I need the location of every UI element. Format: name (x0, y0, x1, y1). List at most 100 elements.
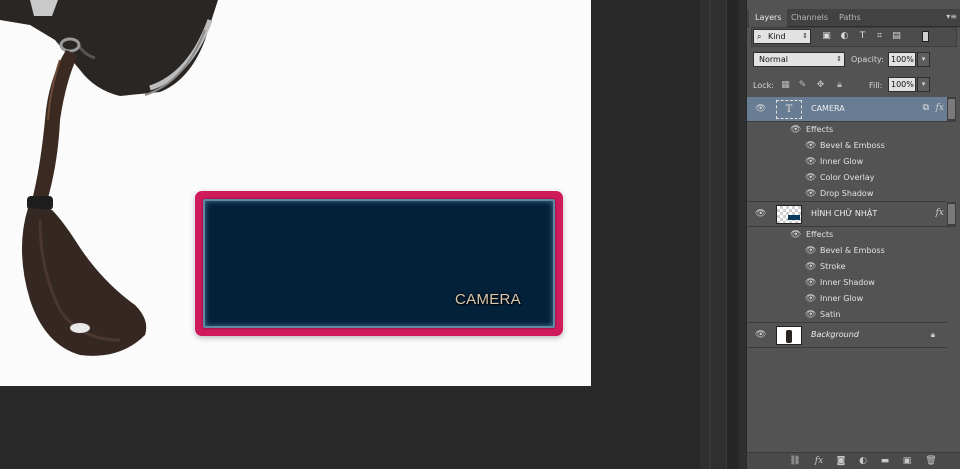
effect-name: Inner Shadow (820, 278, 875, 287)
background-layer-thumbnail (776, 326, 802, 345)
layers-panel: Layers Channels Paths ▾≡ ⌕ Kind ⇕ ▣ ◐ T … (746, 0, 960, 469)
visibility-eye-icon[interactable]: 👁︎ (790, 230, 801, 241)
filter-kind-label: Kind (768, 32, 786, 41)
add-style-icon[interactable]: fx (813, 455, 825, 467)
tab-channels[interactable]: Channels (785, 9, 834, 27)
effect-row[interactable]: 👁︎ Inner Glow (747, 291, 947, 307)
select-arrows-icon: ⇕ (802, 32, 808, 40)
layer-name[interactable]: CAMERA (811, 104, 845, 113)
effect-row[interactable]: 👁︎ Satin (747, 307, 947, 323)
document-canvas[interactable]: CAMERA (0, 0, 591, 386)
opacity-input[interactable]: 100% (888, 52, 916, 67)
filter-toggle-icon[interactable] (922, 31, 929, 42)
new-layer-icon[interactable]: ▣ (901, 455, 913, 467)
visibility-eye-icon[interactable]: 👁︎ (805, 294, 816, 305)
thumbnail-camera-strap (786, 330, 792, 343)
text-layer-thumbnail-icon: T (776, 100, 802, 119)
visibility-eye-icon[interactable]: 👁︎ (805, 278, 816, 289)
effect-name: Bevel & Emboss (820, 246, 885, 255)
effect-row[interactable]: 👁︎ Drop Shadow (747, 186, 947, 202)
panel-menu-icon[interactable]: ▾≡ (946, 12, 957, 21)
image-filter-icon[interactable]: ▣ (821, 31, 832, 42)
link-layers-icon[interactable]: ⛓︎ (789, 455, 801, 467)
type-filter-icon[interactable]: T (857, 31, 868, 42)
new-group-icon[interactable]: ▬ (879, 455, 891, 467)
fill-label: Fill: (869, 81, 883, 90)
lock-image-icon[interactable]: ✎ (797, 80, 808, 91)
visibility-eye-icon[interactable]: 👁︎ (805, 189, 816, 200)
visibility-eye-icon[interactable]: 👁︎ (755, 209, 766, 220)
effect-name: Stroke (820, 262, 846, 271)
shape-filter-icon[interactable]: ⌗ (874, 31, 885, 42)
visibility-eye-icon[interactable]: 👁︎ (805, 173, 816, 184)
visibility-eye-icon[interactable]: 👁︎ (805, 141, 816, 152)
layer-name[interactable]: HÌNH CHỮ NHẬT (811, 209, 877, 218)
effect-name: Color Overlay (820, 173, 875, 182)
delete-layer-icon[interactable]: 🗑︎ (925, 455, 937, 467)
opacity-label: Opacity: (851, 55, 884, 64)
thumbnail-shape-swatch (788, 215, 800, 220)
effect-name: Satin (820, 310, 841, 319)
blend-mode-select[interactable]: Normal ⇕ (753, 52, 845, 67)
layer-row-camera[interactable]: 👁︎ T CAMERA ⧉ fx (747, 97, 947, 122)
tab-layers[interactable]: Layers (749, 9, 788, 27)
layer-row-rectangle[interactable]: 👁︎ HÌNH CHỮ NHẬT fx (747, 202, 947, 227)
fill-input[interactable]: 100% (888, 77, 916, 92)
layer-row-background[interactable]: 👁︎ Background 🔒︎ (747, 323, 947, 348)
shape-layer-thumbnail (776, 205, 802, 224)
lock-transparent-icon[interactable]: ▦ (780, 80, 791, 91)
effects-header-row[interactable]: 👁︎ Effects (747, 122, 947, 138)
layer-scrollbar[interactable] (947, 97, 956, 122)
layer-name[interactable]: Background (811, 330, 859, 339)
camera-label-plate: CAMERA (195, 191, 563, 336)
opacity-dropdown-icon[interactable]: ▾ (917, 52, 930, 67)
adjustment-layer-icon[interactable]: ◐ (857, 455, 869, 467)
effect-row[interactable]: 👁︎ Inner Glow (747, 154, 947, 170)
visibility-eye-icon[interactable]: 👁︎ (805, 310, 816, 321)
lock-position-icon[interactable]: ✥ (815, 80, 826, 91)
fx-icon[interactable]: fx (936, 103, 944, 113)
effects-label: Effects (806, 125, 834, 134)
visibility-eye-icon[interactable]: 👁︎ (755, 104, 766, 115)
effect-row[interactable]: 👁︎ Color Overlay (747, 170, 947, 186)
lock-icon: 🔒︎ (930, 330, 935, 339)
gutter-divider (709, 0, 711, 469)
layers-panel-footer: ⛓︎ fx ◙ ◐ ▬ ▣ 🗑︎ (747, 452, 960, 469)
visibility-eye-icon[interactable]: 👁︎ (805, 157, 816, 168)
opacity-value: 100% (891, 55, 914, 64)
effects-label: Effects (806, 230, 834, 239)
effect-name: Inner Glow (820, 294, 864, 303)
filter-kind-select[interactable]: ⌕ Kind ⇕ (753, 29, 811, 44)
panel-tabs: Layers Channels Paths ▾≡ (747, 9, 960, 27)
visibility-eye-icon[interactable]: 👁︎ (755, 330, 766, 341)
add-mask-icon[interactable]: ◙ (835, 455, 847, 467)
effect-row[interactable]: 👁︎ Bevel & Emboss (747, 243, 947, 259)
visibility-eye-icon[interactable]: 👁︎ (805, 262, 816, 273)
tab-paths[interactable]: Paths (833, 9, 867, 27)
effect-name: Bevel & Emboss (820, 141, 885, 150)
blend-mode-value: Normal (759, 55, 788, 64)
adjustment-filter-icon[interactable]: ◐ (839, 31, 850, 42)
effect-row[interactable]: 👁︎ Stroke (747, 259, 947, 275)
effects-header-row[interactable]: 👁︎ Effects (747, 227, 947, 243)
canvas-scroll-gutter (700, 0, 746, 469)
lock-all-icon[interactable]: 🔒︎ (834, 80, 845, 91)
layer-scrollbar[interactable] (947, 202, 956, 227)
plate-camera-text: CAMERA (455, 291, 521, 308)
plate-inner-panel: CAMERA (203, 199, 555, 328)
visibility-eye-icon[interactable]: 👁︎ (805, 246, 816, 257)
fill-dropdown-icon[interactable]: ▾ (917, 77, 930, 92)
fx-icon[interactable]: fx (936, 208, 944, 218)
select-arrows-icon: ⇕ (836, 55, 842, 63)
workspace[interactable]: CAMERA (0, 0, 700, 469)
effect-row[interactable]: 👁︎ Bevel & Emboss (747, 138, 947, 154)
search-icon: ⌕ (757, 32, 762, 41)
scrollbar-thumb[interactable] (948, 99, 955, 119)
visibility-eye-icon[interactable]: 👁︎ (790, 125, 801, 136)
effect-name: Drop Shadow (820, 189, 874, 198)
vertical-scrollbar[interactable] (726, 0, 739, 469)
effect-name: Inner Glow (820, 157, 864, 166)
effect-row[interactable]: 👁︎ Inner Shadow (747, 275, 947, 291)
smart-object-filter-icon[interactable]: ▤ (891, 31, 902, 42)
scrollbar-thumb[interactable] (948, 204, 955, 224)
